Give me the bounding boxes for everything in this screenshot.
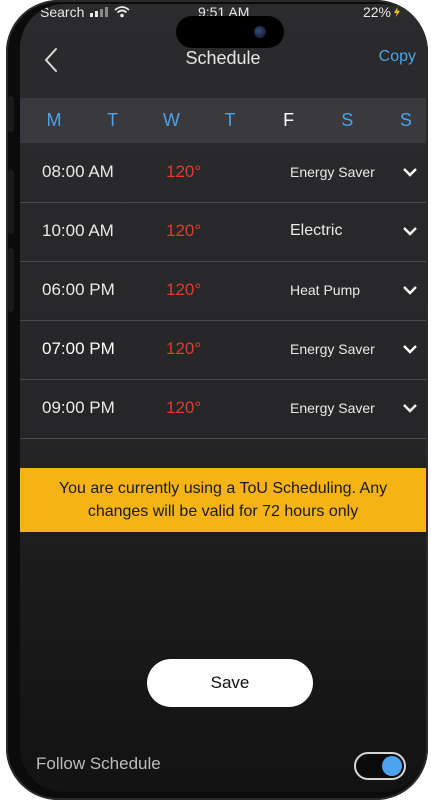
status-bar-left: Search	[40, 4, 130, 20]
schedule-mode: Energy Saver	[290, 400, 375, 416]
status-bar-right: 22%	[363, 4, 400, 20]
schedule-temperature: 120°	[166, 162, 202, 181]
toggle-knob	[382, 756, 402, 776]
schedule-time: 09:00 PM	[42, 398, 115, 417]
day-sunday[interactable]: S	[394, 110, 418, 131]
day-selector: M T W T F S S	[20, 98, 426, 143]
wifi-icon	[114, 6, 130, 18]
schedule-row[interactable]: 09:00 PM 120° Energy Saver	[20, 380, 426, 439]
schedule-temperature: 120°	[166, 221, 202, 240]
schedule-mode: Heat Pump	[290, 282, 361, 298]
day-wednesday[interactable]: W	[159, 110, 183, 131]
page-title: Schedule	[185, 48, 261, 68]
day-thursday[interactable]: T	[218, 110, 242, 131]
schedule-row[interactable]: 08:00 AM 120° Energy Saver	[20, 144, 426, 203]
schedule-mode: Energy Saver	[290, 164, 375, 180]
follow-schedule-label: Follow Schedule	[36, 754, 161, 773]
copy-button[interactable]: Copy	[379, 48, 416, 66]
save-button[interactable]: Save	[147, 659, 313, 707]
follow-schedule-toggle[interactable]	[354, 752, 406, 780]
side-button	[8, 248, 14, 312]
schedule-temperature: 120°	[166, 339, 202, 358]
side-button	[8, 96, 14, 132]
camera-icon	[254, 26, 266, 38]
schedule-row[interactable]: 06:00 PM 120° Heat Pump	[20, 262, 426, 321]
day-tuesday[interactable]: T	[101, 110, 125, 131]
banner-line: You are currently using a ToU Scheduling…	[58, 480, 388, 497]
schedule-row[interactable]: 10:00 AM 120° Electric	[20, 203, 426, 262]
app-screen: Search 9:51 AM 22% Schedule Copy M T W T	[20, 4, 426, 792]
schedule-time: 10:00 AM	[42, 221, 114, 240]
charging-icon	[394, 7, 400, 17]
tou-warning-banner: You are currently using a ToU Scheduling…	[20, 468, 426, 532]
schedule-time: 08:00 AM	[42, 162, 114, 181]
schedule-temperature: 120°	[166, 398, 202, 417]
chevron-down-icon[interactable]	[402, 341, 418, 357]
battery-label: 22%	[362, 4, 391, 20]
schedule-mode: Electric	[290, 222, 343, 239]
carrier-label: Search	[40, 4, 85, 20]
chevron-down-icon[interactable]	[402, 400, 418, 416]
phone-frame: Search 9:51 AM 22% Schedule Copy M T W T	[6, 0, 428, 800]
banner-line: changes will be valid for 72 hours only	[87, 503, 359, 520]
chevron-down-icon[interactable]	[402, 164, 418, 180]
schedule-time: 06:00 PM	[42, 280, 115, 299]
day-monday[interactable]: M	[42, 110, 66, 131]
schedule-temperature: 120°	[166, 280, 202, 299]
schedule-time: 07:00 PM	[42, 339, 115, 358]
signal-icon	[90, 7, 109, 17]
schedule-row[interactable]: 07:00 PM 120° Energy Saver	[20, 321, 426, 380]
chevron-down-icon[interactable]	[402, 282, 418, 298]
chevron-down-icon[interactable]	[402, 223, 418, 239]
schedule-mode: Energy Saver	[290, 341, 375, 357]
day-saturday[interactable]: S	[335, 110, 359, 131]
side-button	[8, 170, 14, 234]
day-friday[interactable]: F	[277, 110, 301, 131]
dynamic-island	[176, 16, 284, 48]
